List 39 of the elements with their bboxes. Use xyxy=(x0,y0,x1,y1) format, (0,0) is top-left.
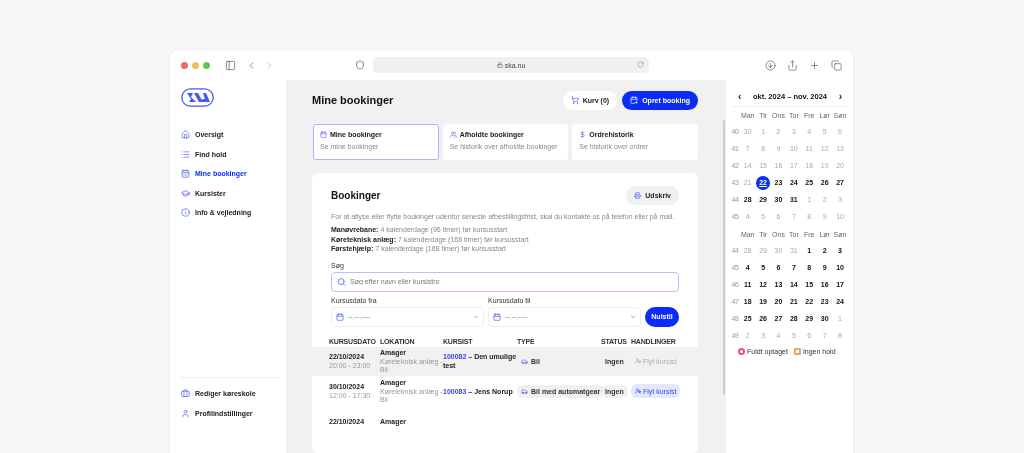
previous-month-button[interactable]: ‹ xyxy=(738,91,742,102)
dollar-icon xyxy=(579,131,587,138)
calendar-icon xyxy=(181,169,190,179)
sidebar-icon[interactable] xyxy=(225,59,236,71)
tabs-icon[interactable] xyxy=(831,59,842,71)
scrollbar-thumb[interactable] xyxy=(723,120,725,395)
graduation-cap-icon xyxy=(181,188,190,198)
next-month-button[interactable]: › xyxy=(838,91,842,102)
lock-icon xyxy=(496,62,503,68)
plus-icon[interactable] xyxy=(809,59,820,71)
briefcase-icon xyxy=(181,389,190,399)
minimize-button[interactable] xyxy=(192,61,199,69)
close-button[interactable] xyxy=(181,61,188,69)
cart-icon xyxy=(570,96,579,104)
calendar-plus-icon xyxy=(630,96,639,104)
car-icon xyxy=(521,357,528,365)
chevron-down-icon xyxy=(630,313,636,320)
maximize-button[interactable] xyxy=(203,61,210,69)
page-title: Mine bookinger xyxy=(312,94,395,106)
users-icon xyxy=(449,131,457,138)
printer-icon xyxy=(634,192,642,199)
list-icon xyxy=(181,149,190,159)
user-icon xyxy=(181,408,190,418)
search-icon xyxy=(337,277,346,286)
download-icon[interactable] xyxy=(765,59,776,71)
share-icon[interactable] xyxy=(787,59,798,71)
info-icon xyxy=(181,208,190,218)
house-icon xyxy=(181,130,190,140)
section-title: Bookinger xyxy=(331,190,381,201)
user-cog-icon xyxy=(635,388,641,394)
user-cog-icon xyxy=(635,358,641,364)
logo-icon xyxy=(181,88,214,107)
shield-icon[interactable] xyxy=(355,60,365,70)
car-icon xyxy=(521,387,528,395)
reload-icon[interactable] xyxy=(637,61,644,68)
chevron-down-icon xyxy=(473,313,479,320)
calendar-icon xyxy=(493,312,501,321)
calendar-icon xyxy=(336,312,344,321)
calendar-icon xyxy=(320,131,327,138)
